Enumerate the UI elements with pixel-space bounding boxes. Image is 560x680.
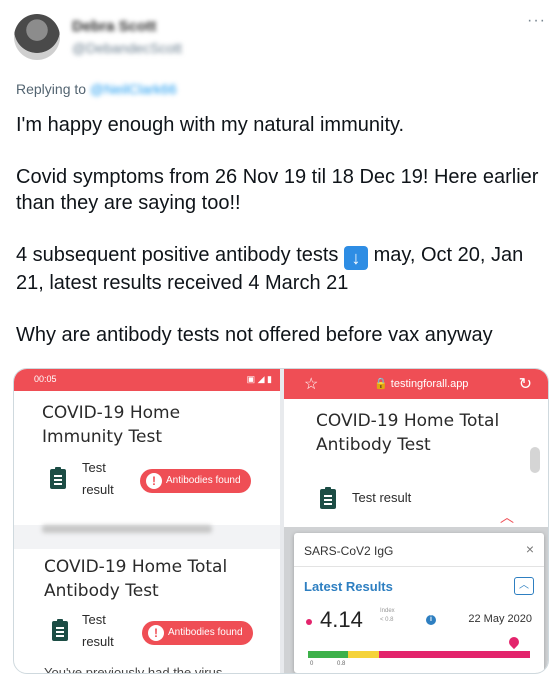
phone-status-bar: 00:05 ▣ ◢ ▮: [14, 369, 280, 391]
close-icon[interactable]: ×: [526, 541, 534, 557]
tweet-paragraph: Why are antibody tests not offered befor…: [16, 324, 493, 346]
result-date: 22 May 2020: [468, 613, 532, 625]
replying-prefix: Replying to: [16, 81, 87, 97]
card-title: COVID-19 Home Total Antibody Test: [316, 411, 500, 455]
tweet-paragraph: I'm happy enough with my natural immunit…: [16, 114, 405, 136]
gauge-labels: 0 0.8: [310, 661, 367, 667]
author-name[interactable]: Debra Scott: [72, 18, 156, 35]
reload-icon[interactable]: ↻: [519, 374, 532, 394]
replying-to: Replying to @NeilClark66: [16, 81, 177, 97]
clipboard-icon: [320, 487, 336, 509]
card-divider: [14, 525, 280, 549]
clipboard-icon: [50, 467, 66, 489]
status-icons: ▣ ◢ ▮: [246, 374, 272, 384]
tweet-body: I'm happy enough with my natural immunit…: [16, 112, 551, 348]
card-title: COVID-19 Home Immunity Test: [42, 403, 181, 447]
result-value: 4.14: [320, 607, 363, 632]
tweet-paragraph: Covid symptoms from 26 Nov 19 til 18 Dec…: [16, 166, 539, 214]
browser-bar: ☆ 🔒 testingforall.app ↻: [284, 369, 548, 399]
down-arrow-emoji-icon: ↓: [344, 246, 368, 270]
popup-header: SARS-CoV2 IgG ×: [294, 533, 544, 567]
badge-label: Antibodies found: [166, 475, 241, 486]
index-reference: Index < 0.8: [380, 608, 395, 623]
author-handle[interactable]: @DebandecScott: [72, 40, 182, 56]
card-footer-text: You've previously had the virus: [44, 665, 223, 674]
total-antibody-card: COVID-19 Home Total Antibody Test Test r…: [294, 405, 540, 523]
collapse-chevron-icon[interactable]: ︿: [514, 577, 534, 595]
result-marker-dot: [306, 619, 312, 625]
reply-mention-link[interactable]: @NeilClark66: [90, 81, 177, 97]
clipboard-icon: [52, 619, 68, 641]
card-title: COVID-19 Home Total Antibody Test: [44, 557, 228, 601]
blurred-text: [42, 525, 212, 533]
more-options-icon[interactable]: ···: [527, 12, 546, 30]
alert-icon: !: [148, 625, 164, 641]
tweet-text-span: 4 subsequent positive antibody tests: [16, 244, 339, 266]
star-icon[interactable]: ☆: [304, 374, 318, 394]
latest-results-heading: Latest Results: [304, 579, 393, 594]
tweet-paragraph: 4 subsequent positive antibody tests ↓ m…: [16, 242, 551, 296]
gauge-label: 0: [310, 661, 314, 667]
tweet-header: Debra Scott @DebandecScott ···: [0, 0, 560, 74]
gauge-marker: [507, 634, 522, 650]
browser-url: 🔒 testingforall.app: [374, 378, 469, 390]
alert-icon: !: [146, 473, 162, 489]
result-gauge: [308, 651, 530, 658]
popup-title: SARS-CoV2 IgG: [304, 544, 394, 558]
antibodies-found-badge: ! Antibodies found: [140, 469, 251, 493]
status-time: 00:05: [34, 374, 57, 384]
antibodies-found-badge: ! Antibodies found: [142, 621, 253, 645]
test-result-label: Test result: [352, 490, 412, 505]
info-icon[interactable]: i: [426, 615, 436, 625]
badge-label: Antibodies found: [168, 627, 243, 638]
scrollbar-handle[interactable]: [530, 447, 540, 473]
media-grid[interactable]: 00:05 ▣ ◢ ▮ COVID-19 Home Immunity Test …: [13, 368, 549, 674]
media-left-screenshot[interactable]: 00:05 ▣ ◢ ▮ COVID-19 Home Immunity Test …: [14, 369, 280, 674]
avatar[interactable]: [14, 14, 60, 60]
test-result-label: Test result: [82, 460, 114, 497]
results-popup: SARS-CoV2 IgG × Latest Results ︿ 4.14 In…: [294, 533, 544, 673]
results-popup-backdrop: SARS-CoV2 IgG × Latest Results ︿ 4.14 In…: [284, 527, 548, 673]
chevron-up-icon[interactable]: ︿: [500, 507, 514, 527]
gauge-label: 0.8: [337, 661, 346, 667]
test-result-label: Test result: [82, 612, 114, 649]
immunity-test-card: COVID-19 Home Immunity Test Test result …: [24, 393, 270, 523]
